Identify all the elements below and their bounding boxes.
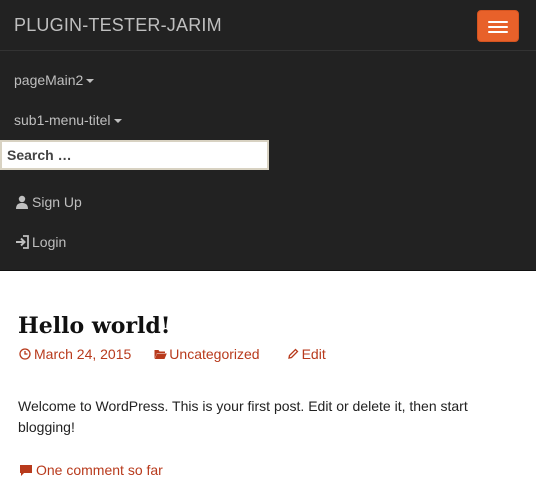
folder-icon [153, 347, 167, 361]
caret-down-icon [86, 79, 95, 83]
post-date-link[interactable]: March 24, 2015 [18, 346, 131, 362]
comments-link[interactable]: One comment so far [18, 462, 163, 478]
navbar: PLUGIN-TESTER-JARIM pageMain2 sub1-menu-… [0, 0, 536, 271]
post-title[interactable]: Hello world! [18, 313, 170, 339]
menu-item-label: sub1-menu-titel [14, 112, 111, 128]
navbar-toggle-button[interactable] [477, 10, 519, 42]
menu-item-sub1-menu-titel[interactable]: sub1-menu-titel [14, 112, 122, 128]
post-date: March 24, 2015 [34, 346, 132, 362]
post-category: Uncategorized [169, 346, 260, 362]
hamburger-icon [488, 21, 508, 23]
search-input[interactable] [2, 142, 267, 168]
signup-link[interactable]: Sign Up [14, 194, 82, 210]
site-brand[interactable]: PLUGIN-TESTER-JARIM [14, 15, 222, 36]
post-body: Welcome to WordPress. This is your first… [18, 398, 468, 435]
comment-icon [18, 463, 34, 477]
caret-down-icon [113, 119, 122, 123]
hamburger-icon [488, 31, 508, 33]
menu-item-label: pageMain2 [14, 72, 84, 88]
search-box [0, 140, 269, 170]
pencil-icon [286, 347, 300, 361]
login-label: Login [32, 234, 67, 250]
signup-label: Sign Up [32, 194, 82, 210]
post-edit-label: Edit [301, 346, 326, 362]
hamburger-icon [488, 26, 508, 28]
clock-icon [18, 347, 32, 361]
post-edit-link[interactable]: Edit [286, 346, 326, 362]
post-meta: March 24, 2015 Uncategorized Edit [18, 346, 326, 362]
post-category-link[interactable]: Uncategorized [153, 346, 260, 362]
menu-item-pagemain2[interactable]: pageMain2 [14, 72, 95, 88]
login-link[interactable]: Login [14, 234, 66, 250]
user-icon [14, 194, 30, 210]
navbar-header: PLUGIN-TESTER-JARIM [0, 0, 536, 51]
login-icon [14, 234, 30, 250]
comments-label: One comment so far [36, 462, 163, 478]
